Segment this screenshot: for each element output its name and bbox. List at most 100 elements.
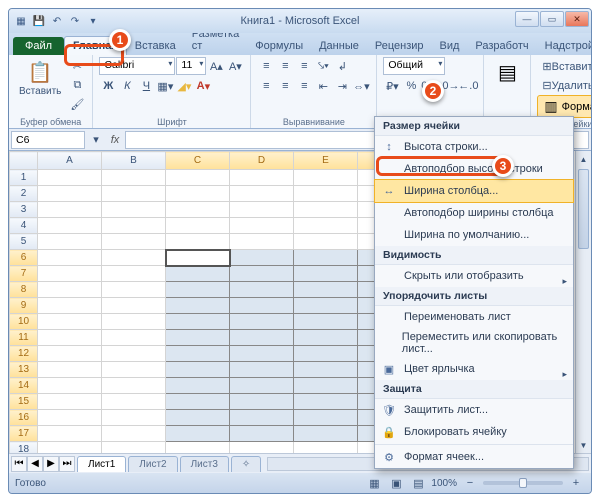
redo-button[interactable]: ↷: [67, 13, 83, 29]
cell-A5[interactable]: [38, 234, 102, 250]
row-header-10[interactable]: 10: [10, 314, 38, 330]
menu-autofit-col[interactable]: Автоподбор ширины столбца: [375, 202, 573, 224]
cell-B8[interactable]: [102, 282, 166, 298]
percent-button[interactable]: %: [402, 77, 420, 95]
row-header-9[interactable]: 9: [10, 298, 38, 314]
row-header-15[interactable]: 15: [10, 394, 38, 410]
row-header-14[interactable]: 14: [10, 378, 38, 394]
sheet-nav-prev[interactable]: ◀: [27, 456, 43, 472]
cell-B6[interactable]: [102, 250, 166, 266]
cell-C18[interactable]: [166, 442, 230, 454]
cell-E15[interactable]: [294, 394, 358, 410]
cell-B2[interactable]: [102, 186, 166, 202]
close-button[interactable]: ✕: [565, 11, 589, 27]
tab-insert[interactable]: Вставка: [127, 37, 184, 55]
delete-cells-button[interactable]: ⊟ Удалить ▾: [537, 76, 591, 94]
wrap-text-button[interactable]: ↲: [333, 57, 351, 75]
cell-B14[interactable]: [102, 378, 166, 394]
cell-A15[interactable]: [38, 394, 102, 410]
italic-button[interactable]: К: [118, 77, 136, 95]
cell-B15[interactable]: [102, 394, 166, 410]
font-name-combo[interactable]: Calibri: [99, 57, 175, 75]
cell-B18[interactable]: [102, 442, 166, 454]
cell-A10[interactable]: [38, 314, 102, 330]
menu-row-height[interactable]: ↕Высота строки...: [375, 136, 573, 158]
tab-file[interactable]: Файл: [13, 37, 64, 55]
cell-D14[interactable]: [230, 378, 294, 394]
excel-icon[interactable]: ▦: [13, 13, 29, 29]
cell-B17[interactable]: [102, 426, 166, 442]
cell-A13[interactable]: [38, 362, 102, 378]
cell-B4[interactable]: [102, 218, 166, 234]
menu-default-width[interactable]: Ширина по умолчанию...: [375, 224, 573, 246]
cell-D1[interactable]: [230, 170, 294, 186]
qat-customize-icon[interactable]: ▾: [85, 13, 101, 29]
sheet-tab-1[interactable]: Лист1: [77, 456, 126, 472]
cell-D10[interactable]: [230, 314, 294, 330]
border-button[interactable]: ▦▾: [156, 77, 174, 95]
font-color-button[interactable]: A▾: [194, 77, 212, 95]
row-header-4[interactable]: 4: [10, 218, 38, 234]
new-sheet-button[interactable]: ✧: [231, 456, 261, 472]
select-all-corner[interactable]: [10, 152, 38, 170]
zoom-out-button[interactable]: −: [461, 474, 479, 492]
cell-C7[interactable]: [166, 266, 230, 282]
cell-C17[interactable]: [166, 426, 230, 442]
cell-B11[interactable]: [102, 330, 166, 346]
cell-C9[interactable]: [166, 298, 230, 314]
cell-A9[interactable]: [38, 298, 102, 314]
zoom-in-button[interactable]: +: [567, 474, 585, 492]
minimize-button[interactable]: —: [515, 11, 539, 27]
vertical-scrollbar[interactable]: ▲ ▼: [575, 151, 591, 453]
cell-B7[interactable]: [102, 266, 166, 282]
scroll-down-icon[interactable]: ▼: [576, 437, 591, 453]
row-header-18[interactable]: 18: [10, 442, 38, 454]
row-header-7[interactable]: 7: [10, 266, 38, 282]
cell-C13[interactable]: [166, 362, 230, 378]
cell-A17[interactable]: [38, 426, 102, 442]
cell-D5[interactable]: [230, 234, 294, 250]
increase-indent-button[interactable]: ⇥: [333, 77, 351, 95]
sheet-nav-first[interactable]: ⏮: [11, 456, 27, 472]
conditional-formatting-button[interactable]: ▤: [490, 57, 524, 87]
cell-D17[interactable]: [230, 426, 294, 442]
cell-A4[interactable]: [38, 218, 102, 234]
row-header-16[interactable]: 16: [10, 410, 38, 426]
cell-E7[interactable]: [294, 266, 358, 282]
cell-E1[interactable]: [294, 170, 358, 186]
save-button[interactable]: 💾: [31, 13, 47, 29]
cell-A3[interactable]: [38, 202, 102, 218]
cell-D18[interactable]: [230, 442, 294, 454]
number-format-combo[interactable]: Общий: [383, 57, 445, 75]
cell-E17[interactable]: [294, 426, 358, 442]
cell-A12[interactable]: [38, 346, 102, 362]
cell-C10[interactable]: [166, 314, 230, 330]
cell-C12[interactable]: [166, 346, 230, 362]
cell-A11[interactable]: [38, 330, 102, 346]
cut-button[interactable]: ✂: [68, 57, 86, 75]
tab-data[interactable]: Данные: [311, 37, 367, 55]
cell-A18[interactable]: [38, 442, 102, 454]
tab-formulas[interactable]: Формулы: [247, 37, 311, 55]
name-box-dropdown[interactable]: ▾: [87, 131, 105, 149]
paste-button[interactable]: 📋 Вставить: [15, 57, 65, 99]
menu-move-sheet[interactable]: Переместить или скопировать лист...: [375, 328, 573, 358]
cell-A6[interactable]: [38, 250, 102, 266]
row-header-2[interactable]: 2: [10, 186, 38, 202]
currency-button[interactable]: ₽▾: [383, 77, 401, 95]
cell-D4[interactable]: [230, 218, 294, 234]
menu-protect-sheet[interactable]: 🛡Защитить лист...: [375, 399, 573, 421]
tab-addins[interactable]: Надстрой: [537, 37, 592, 55]
view-layout-button[interactable]: ▣: [387, 474, 405, 492]
cell-C4[interactable]: [166, 218, 230, 234]
cell-D12[interactable]: [230, 346, 294, 362]
cell-A7[interactable]: [38, 266, 102, 282]
cell-D8[interactable]: [230, 282, 294, 298]
tab-review[interactable]: Рецензир: [367, 37, 432, 55]
row-header-1[interactable]: 1: [10, 170, 38, 186]
cell-C2[interactable]: [166, 186, 230, 202]
cell-C6[interactable]: [166, 250, 230, 266]
row-header-3[interactable]: 3: [10, 202, 38, 218]
align-bottom-button[interactable]: ≡: [295, 57, 313, 75]
font-size-combo[interactable]: 11: [176, 57, 206, 75]
